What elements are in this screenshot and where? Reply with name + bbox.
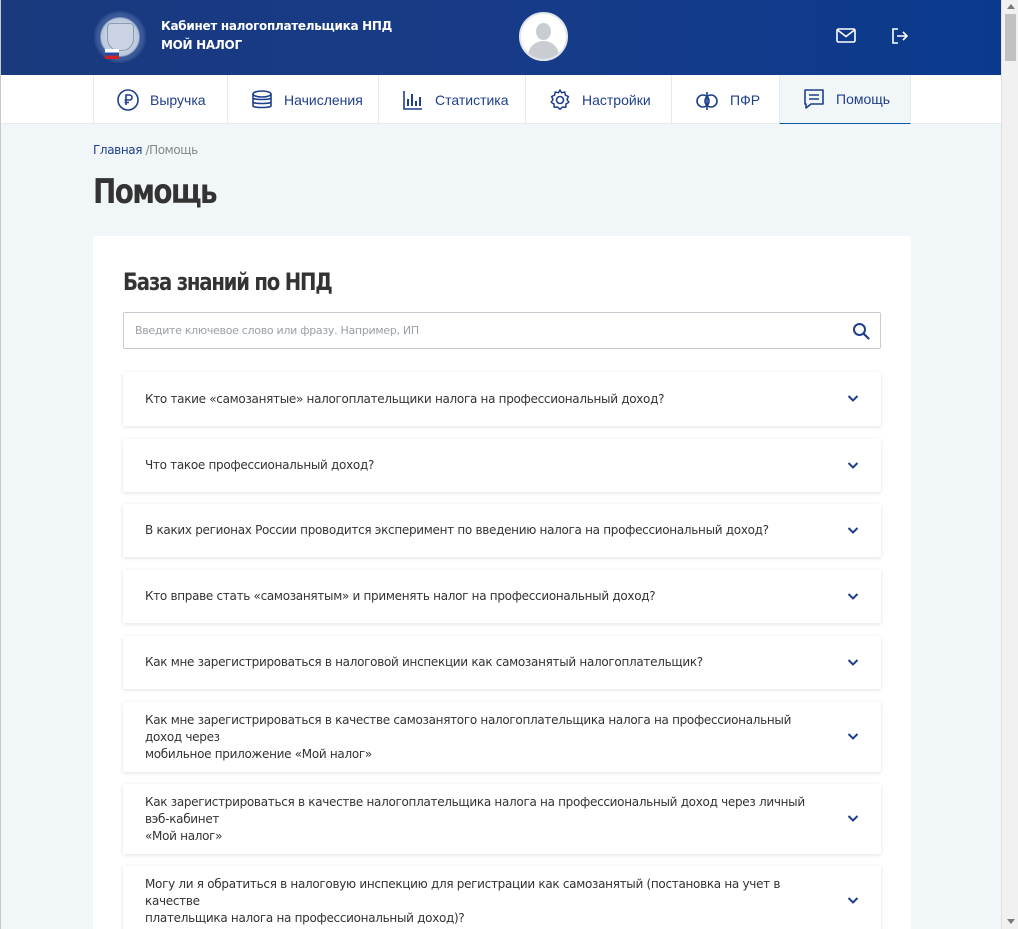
breadcrumb: Главная /Помощь bbox=[93, 143, 198, 157]
faq-question-line1: Что такое профессиональный доход? bbox=[145, 458, 375, 472]
breadcrumb-current: Помощь bbox=[149, 143, 198, 157]
faq-question-line1: Как зарегистрироваться в качестве налого… bbox=[145, 794, 805, 826]
nav-item-settings[interactable]: Настройки bbox=[525, 75, 671, 124]
page-title: Помощь bbox=[93, 172, 218, 212]
chevron-down-icon[interactable] bbox=[847, 592, 859, 601]
faq-question-line2: плательщика налога на профессиональный д… bbox=[145, 910, 465, 925]
scroll-up-arrow-icon[interactable] bbox=[1007, 4, 1015, 9]
faq-question: Как мне зарегистрироваться в качестве са… bbox=[145, 712, 821, 763]
scroll-down-arrow-icon[interactable] bbox=[1007, 919, 1015, 924]
nav-item-help[interactable]: Помощь bbox=[779, 75, 911, 124]
chevron-down-icon[interactable] bbox=[847, 526, 859, 535]
nav-item-pfr[interactable]: ПФР bbox=[671, 75, 779, 124]
faq-question-line1: Как мне зарегистрироваться в качестве са… bbox=[145, 712, 792, 744]
faq-item[interactable]: Как зарегистрироваться в качестве налого… bbox=[123, 784, 881, 854]
help-doc-icon bbox=[804, 89, 824, 109]
faq-item[interactable]: Могу ли я обратиться в налоговую инспекц… bbox=[123, 866, 881, 929]
knowledge-base-title: База знаний по НПД bbox=[123, 268, 333, 296]
user-avatar[interactable] bbox=[519, 12, 568, 61]
nav-item-charges[interactable]: Начисления bbox=[227, 75, 378, 124]
page-scrollbar[interactable] bbox=[1001, 0, 1018, 929]
faq-question: Кто такие «самозанятые» налогоплательщик… bbox=[145, 391, 664, 408]
faq-item[interactable]: Кто вправе стать «самозанятым» и применя… bbox=[123, 570, 881, 623]
ruble-icon bbox=[117, 88, 139, 111]
nav-item-statistics[interactable]: Статистика bbox=[378, 75, 525, 124]
faq-item[interactable]: Как мне зарегистрироваться в качестве са… bbox=[123, 702, 881, 772]
gear-icon bbox=[550, 88, 570, 110]
pfr-icon bbox=[696, 91, 718, 110]
chevron-down-icon[interactable] bbox=[847, 732, 859, 741]
avatar-body bbox=[528, 41, 559, 59]
faq-question: Как зарегистрироваться в качестве налого… bbox=[145, 794, 821, 845]
faq-question: В каких регионах России проводится экспе… bbox=[145, 522, 769, 539]
faq-question: Как мне зарегистрироваться в налоговой и… bbox=[145, 654, 703, 671]
nav-label: ПФР bbox=[730, 91, 761, 108]
search-input[interactable] bbox=[124, 313, 844, 348]
faq-question-line1: Кто такие «самозанятые» налогоплательщик… bbox=[145, 391, 665, 406]
search-icon[interactable] bbox=[852, 322, 870, 340]
app-title-line2: МОЙ НАЛОГ bbox=[161, 38, 242, 52]
chevron-down-icon[interactable] bbox=[847, 896, 859, 905]
app-title[interactable]: Кабинет налогоплательщика НПД МОЙ НАЛОГ bbox=[161, 17, 392, 55]
top-header: Кабинет налогоплательщика НПД МОЙ НАЛОГ bbox=[1, 0, 1001, 75]
logout-icon[interactable] bbox=[889, 26, 911, 46]
scroll-thumb[interactable] bbox=[1005, 14, 1016, 61]
chevron-down-icon[interactable] bbox=[847, 658, 859, 667]
avatar-head bbox=[536, 23, 551, 40]
faq-question: Что такое профессиональный доход? bbox=[145, 457, 374, 474]
nav-label: Настройки bbox=[582, 91, 651, 108]
nav-label: Выручка bbox=[150, 91, 206, 108]
chevron-down-icon[interactable] bbox=[847, 394, 859, 403]
nav-label: Начисления bbox=[284, 91, 363, 108]
emblem-eagle-shield bbox=[107, 23, 134, 51]
search-box bbox=[123, 312, 881, 349]
faq-question-line1: Как мне зарегистрироваться в налоговой и… bbox=[145, 655, 703, 669]
faq-question-line1: В каких регионах России проводится экспе… bbox=[145, 523, 769, 537]
fns-emblem-logo[interactable] bbox=[94, 11, 146, 63]
faq-question-line2: мобильное приложение «Мой налог» bbox=[145, 746, 372, 761]
breadcrumb-home-link[interactable]: Главная bbox=[93, 143, 142, 157]
bar-chart-icon bbox=[403, 90, 422, 110]
faq-item[interactable]: Как мне зарегистрироваться в налоговой и… bbox=[123, 636, 881, 689]
faq-question: Могу ли я обратиться в налоговую инспекц… bbox=[145, 876, 821, 927]
faq-question-line1: Могу ли я обратиться в налоговую инспекц… bbox=[145, 876, 781, 908]
faq-question: Кто вправе стать «самозанятым» и применя… bbox=[145, 588, 656, 605]
nav-label: Статистика bbox=[435, 91, 509, 108]
emblem-flag bbox=[105, 49, 119, 59]
chevron-down-icon[interactable] bbox=[847, 814, 859, 823]
nav-item-revenue[interactable]: Выручка bbox=[93, 75, 227, 124]
faq-question-line2: «Мой налог» bbox=[145, 828, 223, 843]
faq-item[interactable]: В каких регионах России проводится экспе… bbox=[123, 504, 881, 557]
nav-label: Помощь bbox=[836, 91, 891, 107]
faq-item[interactable]: Что такое профессиональный доход? bbox=[123, 439, 881, 492]
knowledge-base-card: База знаний по НПД Кто такие «самозаняты… bbox=[93, 236, 911, 929]
faq-item[interactable]: Кто такие «самозанятые» налогоплательщик… bbox=[123, 372, 881, 426]
coins-icon bbox=[252, 89, 272, 108]
app-title-line1: Кабинет налогоплательщика НПД bbox=[161, 19, 393, 33]
faq-question-line1: Кто вправе стать «самозанятым» и применя… bbox=[145, 589, 656, 603]
mail-icon[interactable] bbox=[835, 26, 857, 46]
main-nav: Выручка Начисления Статистика Настройки … bbox=[1, 75, 1001, 124]
chevron-down-icon[interactable] bbox=[847, 461, 859, 470]
